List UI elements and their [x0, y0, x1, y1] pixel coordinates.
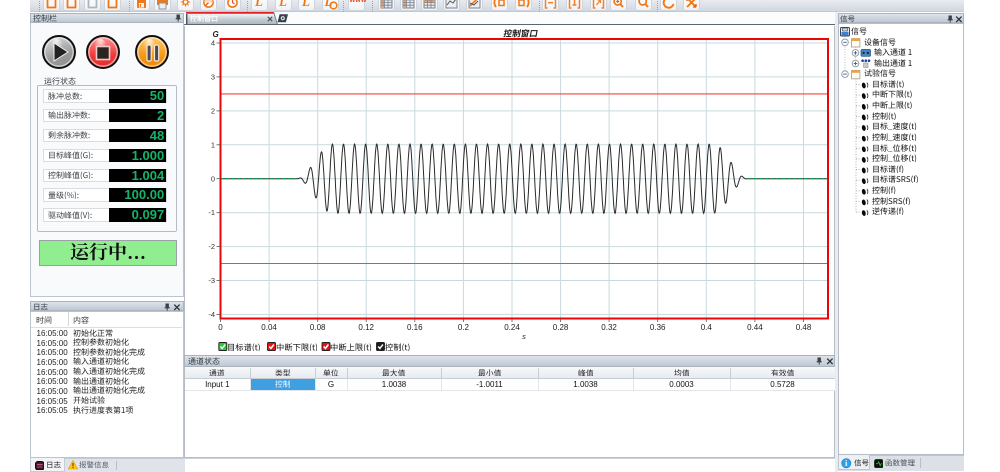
svg-text:-2: -2 [208, 242, 215, 251]
svg-text:0.12: 0.12 [358, 323, 374, 332]
svg-text:G: G [212, 30, 218, 39]
svg-text:0.04: 0.04 [261, 323, 277, 332]
svg-text:0.28: 0.28 [552, 323, 568, 332]
svg-text:0.36: 0.36 [649, 323, 665, 332]
svg-text:0.2: 0.2 [457, 323, 469, 332]
svg-text:0.24: 0.24 [504, 323, 520, 332]
svg-text:-1: -1 [208, 208, 215, 217]
svg-text:0: 0 [218, 323, 223, 332]
svg-text:-3: -3 [208, 276, 215, 285]
svg-text:-4: -4 [208, 310, 215, 319]
svg-text:0: 0 [210, 174, 214, 183]
svg-text:0.08: 0.08 [309, 323, 325, 332]
svg-text:2: 2 [210, 106, 214, 115]
svg-text:0.4: 0.4 [700, 323, 712, 332]
svg-text:s: s [522, 332, 526, 341]
svg-text:0.32: 0.32 [601, 323, 617, 332]
svg-text:0.44: 0.44 [747, 323, 763, 332]
svg-text:1: 1 [210, 140, 214, 149]
svg-text:4: 4 [210, 38, 214, 47]
svg-text:0.48: 0.48 [795, 323, 811, 332]
svg-text:0.16: 0.16 [407, 323, 423, 332]
svg-text:3: 3 [210, 72, 214, 81]
